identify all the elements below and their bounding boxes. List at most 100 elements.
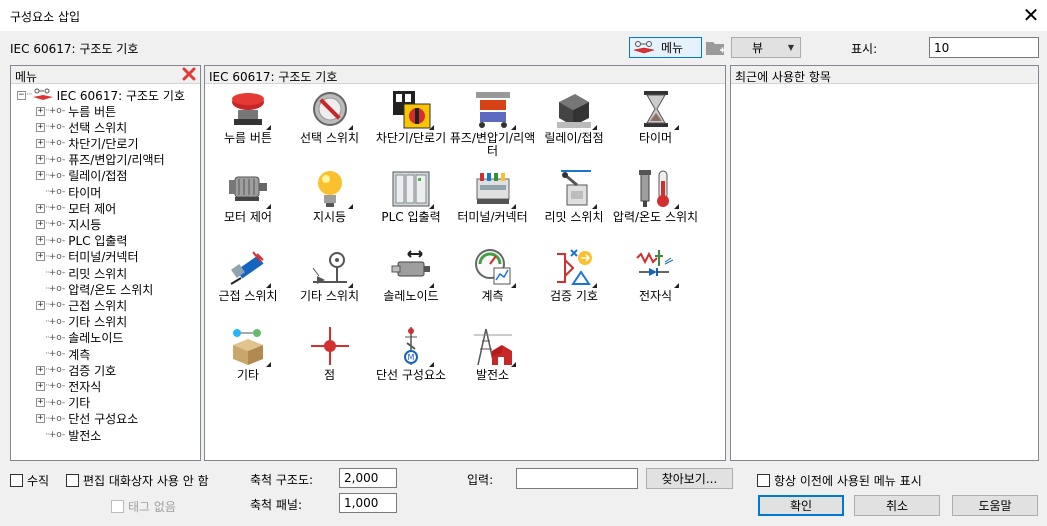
expand-icon[interactable]: + [36, 252, 45, 262]
symbol-tile[interactable]: 모터 제어 [204, 167, 292, 245]
submenu-indicator-icon [510, 204, 516, 209]
expand-icon[interactable]: + [36, 300, 45, 310]
menu-button[interactable]: 메뉴 [629, 37, 702, 58]
symbol-tile[interactable]: 기타 [204, 325, 292, 403]
tree-item[interactable]: + ·· +o- 근접 스위치 [36, 297, 127, 313]
symbol-node-icon: +o- [48, 154, 66, 165]
symbol-tile[interactable]: 리밋 스위치 [530, 167, 618, 245]
tree-item[interactable]: + ·· +o- 전자식 [36, 378, 101, 394]
tree-item-label: PLC 입출력 [68, 234, 128, 249]
help-button[interactable]: 도움말 [952, 495, 1038, 516]
folder-icon[interactable] [705, 39, 727, 57]
expand-icon[interactable]: + [36, 414, 45, 424]
tree-item[interactable]: + ·· +o- 지시등 [36, 216, 101, 232]
close-button[interactable]: ✕ [1016, 2, 1046, 28]
expand-icon[interactable]: + [36, 203, 45, 213]
ok-button[interactable]: 확인 [758, 495, 844, 516]
proximity-icon [227, 246, 271, 288]
scale-panel-input[interactable]: 1,000 [339, 493, 397, 513]
tree-item[interactable]: + ·· +o- 누름 버튼 [36, 103, 116, 119]
symbol-tile[interactable]: 기타 스위치 [286, 246, 374, 324]
tree-item[interactable]: ·· +o- 압력/온도 스위치 [36, 281, 153, 297]
always-previous-menu-checkbox-box[interactable] [757, 474, 770, 487]
tree-root[interactable]: − ··· IEC 60617: 구조도 기호 [17, 87, 185, 103]
symbol-tile[interactable]: 지시등 [286, 167, 374, 245]
expand-icon[interactable]: + [36, 381, 45, 391]
expand-icon[interactable]: + [36, 171, 45, 181]
submenu-indicator-icon [673, 283, 679, 288]
cancel-button[interactable]: 취소 [854, 495, 940, 516]
tree-item[interactable]: ·· +o- 계측 [36, 346, 90, 362]
tree-item[interactable]: + ·· +o- 검증 기호 [36, 362, 116, 378]
tree-item[interactable]: + ·· +o- 터미널/커넥터 [36, 249, 139, 265]
symbol-tile[interactable]: 차단기/단로기 [367, 88, 455, 166]
expand-icon[interactable]: + [36, 122, 45, 132]
symbol-tile[interactable]: 발전소 [449, 325, 537, 403]
symbol-node-icon: +o- [48, 138, 66, 149]
input-field[interactable] [516, 468, 638, 489]
expand-icon[interactable]: + [36, 155, 45, 165]
display-count-input[interactable]: 10 [929, 37, 1039, 58]
symbol-tile[interactable]: 계측 [449, 246, 537, 324]
tree-item[interactable]: + ·· +o- PLC 입출력 [36, 233, 127, 249]
tree-item[interactable]: + ·· +o- 릴레이/접점 [36, 168, 127, 184]
browse-button[interactable]: 찾아보기... [646, 468, 733, 489]
tree-item-label: 지시등 [68, 217, 102, 232]
expand-icon[interactable]: + [36, 106, 45, 116]
symbol-node-icon: +o- [48, 349, 66, 359]
expand-icon[interactable]: + [36, 365, 45, 375]
limit-switch-icon [553, 167, 597, 209]
expand-icon[interactable]: + [36, 138, 45, 148]
symbol-tile[interactable]: 압력/온도 스위치 [612, 167, 700, 245]
tree-item[interactable]: + ·· +o- 단선 구성요소 [36, 411, 138, 427]
submenu-indicator-icon [429, 204, 434, 209]
submenu-indicator-icon [266, 204, 271, 209]
tree-item[interactable]: ·· +o- 발전소 [36, 427, 101, 443]
symbol-tile[interactable]: 선택 스위치 [286, 88, 374, 166]
tree-item[interactable]: + ·· +o- 차단기/단로기 [36, 135, 139, 151]
symbol-tile-label: 타이머 [638, 131, 673, 145]
tree-item-label: 기타 [68, 396, 91, 411]
symbol-tile[interactable]: 타이머 [612, 88, 700, 166]
tree-item[interactable]: ·· +o- 리밋 스위치 [36, 265, 127, 281]
timer-icon [635, 88, 679, 130]
expand-icon[interactable]: + [36, 219, 45, 229]
menu-panel-title: 메뉴 [15, 70, 38, 84]
tree-item[interactable]: + ·· +o- 선택 스위치 [36, 119, 127, 135]
symbol-node-icon: +o- [48, 300, 66, 311]
tree-item[interactable]: + ·· +o- 모터 제어 [36, 200, 116, 216]
expand-icon[interactable]: + [36, 398, 45, 408]
vertical-checkbox[interactable]: 수직 [10, 472, 49, 489]
symbol-tile[interactable]: 릴레이/접점 [530, 88, 618, 166]
tree-item-label: 리밋 스위치 [68, 266, 128, 281]
symbol-tile-label: 누름 버튼 [224, 131, 272, 145]
tree-item-label: 터미널/커넥터 [68, 250, 139, 265]
tree-item[interactable]: ·· +o- 타이머 [36, 184, 101, 200]
scale-schematic-input[interactable]: 2,000 [339, 468, 397, 488]
tree-item[interactable]: ·· +o- 솔레노이드 [36, 330, 123, 346]
tree-item[interactable]: + ·· +o- 퓨즈/변압기/리액터 [36, 152, 165, 168]
symbol-tile[interactable]: 누름 버튼 [204, 88, 292, 166]
symbol-tile-label: 기타 스위치 [299, 289, 359, 303]
symbol-tile[interactable]: 전자식 [612, 246, 700, 324]
symbol-tile[interactable]: 검증 기호 [530, 246, 618, 324]
tree-item[interactable]: ·· +o- 기타 스위치 [36, 314, 127, 330]
symbol-tile[interactable]: 터미널/커넥터 [449, 167, 537, 245]
expand-icon[interactable]: + [36, 236, 45, 246]
collapse-icon[interactable]: − [17, 90, 26, 100]
tree-item[interactable]: + ·· +o- 기타 [36, 395, 90, 411]
always-previous-menu-checkbox[interactable]: 항상 이전에 사용된 메뉴 표시 [757, 472, 922, 489]
view-dropdown[interactable]: 뷰 ▼ [731, 37, 801, 58]
symbol-tile[interactable]: 퓨즈/변압기/리액터 [449, 88, 537, 166]
symbol-tile[interactable]: M 단선 구성요소 [367, 325, 455, 403]
display-label: 표시: [851, 42, 878, 56]
symbol-tile[interactable]: 솔레노이드 [367, 246, 455, 324]
vertical-checkbox-box[interactable] [10, 474, 23, 487]
symbol-tile[interactable]: PLC 입출력 [367, 167, 455, 245]
no-edit-dialog-checkbox[interactable]: 편집 대화상자 사용 안 함 [66, 472, 209, 489]
close-tree-icon[interactable] [182, 67, 196, 81]
symbol-tile[interactable]: 점 [286, 325, 374, 403]
symbol-tile[interactable]: 근접 스위치 [204, 246, 292, 324]
recent-panel-header: 최근에 사용한 항목 [731, 66, 1038, 84]
no-edit-dialog-checkbox-box[interactable] [66, 474, 79, 487]
